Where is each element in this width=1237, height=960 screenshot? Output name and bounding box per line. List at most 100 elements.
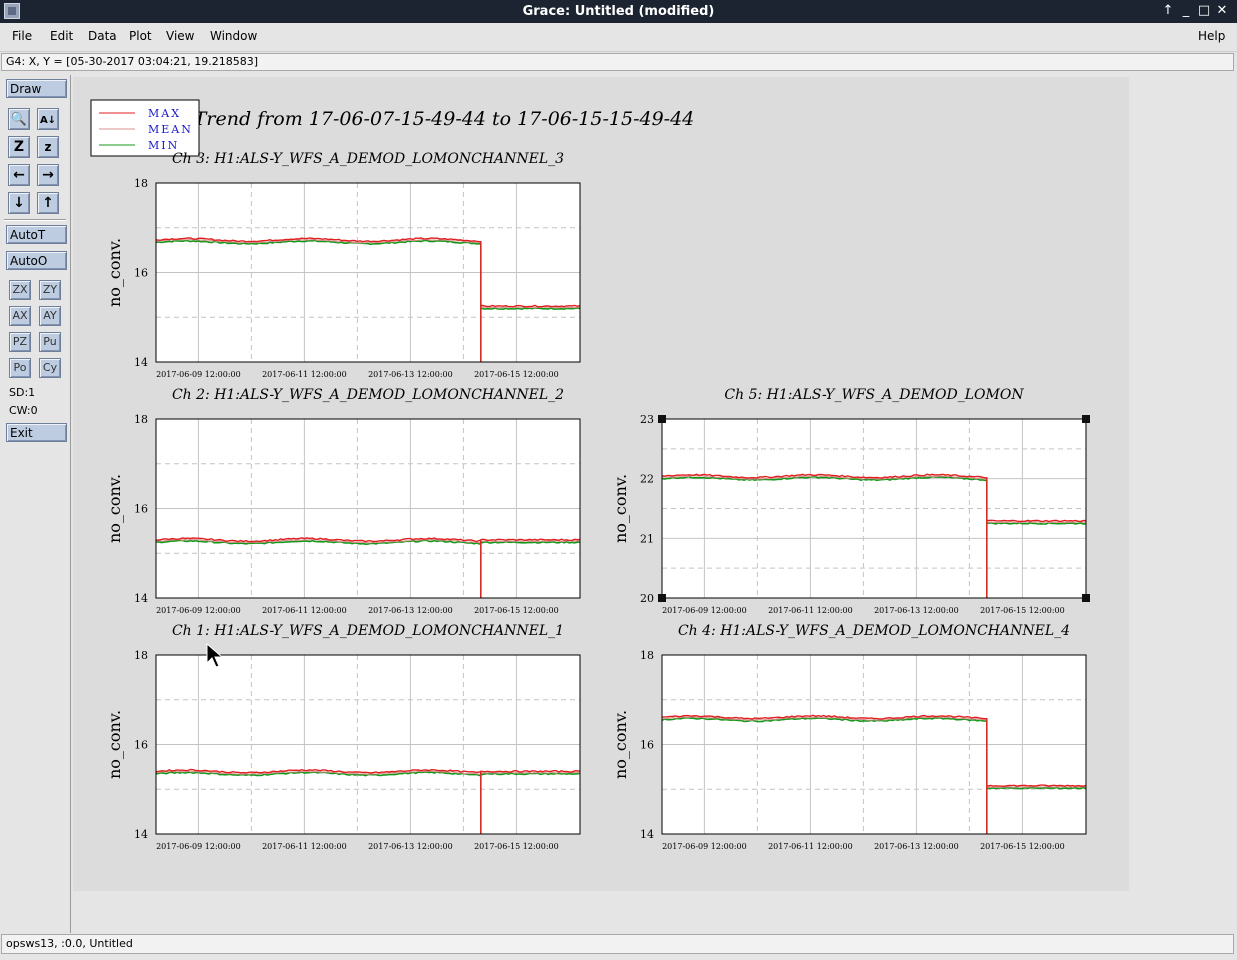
arrow-up-icon: ↑ — [42, 195, 54, 211]
menu-data[interactable]: Data — [88, 29, 117, 43]
legend-label-max: MAX — [148, 107, 181, 120]
x-tick-label: 2017-06-13 12:00:00 — [368, 842, 453, 851]
cy-button[interactable]: Cy — [39, 358, 61, 378]
autoscale-text-button[interactable]: A↓ — [37, 108, 59, 130]
y-axis-label: no_conv. — [105, 474, 124, 543]
x-tick-label: 2017-06-09 12:00:00 — [156, 842, 241, 851]
y-tick-label: 18 — [134, 649, 148, 662]
autoo-button[interactable]: AutoO — [6, 251, 67, 270]
arrow-down-icon: ↓ — [13, 195, 25, 211]
menu-file[interactable]: File — [12, 29, 32, 43]
menubar: File Edit Data Plot View Window Help — [0, 23, 1237, 52]
plot-svg: Trend from 17-06-07-15-49-44 to 17-06-15… — [90, 99, 1090, 851]
zoom-button[interactable]: 🔍 — [8, 108, 30, 130]
y-tick-label: 14 — [640, 828, 654, 841]
y-axis-label: no_conv. — [611, 474, 630, 543]
window-title: Grace: Untitled (modified) — [522, 4, 715, 19]
y-tick-label: 14 — [134, 828, 148, 841]
y-tick-label: 18 — [640, 649, 654, 662]
set-depth-label: SD:1 — [9, 386, 36, 399]
zy-button[interactable]: ZY — [39, 280, 61, 300]
current-world-label: CW:0 — [9, 404, 38, 417]
po-button[interactable]: Po — [9, 358, 31, 378]
maximize-icon[interactable]: □ — [1195, 2, 1213, 20]
y-axis-label: no_conv. — [611, 710, 630, 779]
ax-button[interactable]: AX — [9, 306, 31, 326]
legend-label-mean: MEAN — [148, 123, 193, 136]
x-tick-label: 2017-06-13 12:00:00 — [368, 606, 453, 615]
selection-handle — [658, 415, 666, 423]
pz-button[interactable]: PZ — [9, 332, 31, 352]
menu-help[interactable]: Help — [1198, 29, 1225, 43]
exit-button[interactable]: Exit — [6, 423, 67, 442]
panel-title-ch3: Ch 3: H1:ALS-Y_WFS_A_DEMOD_LOMONCHANNEL_… — [172, 151, 564, 167]
arrow-left-icon: ← — [13, 167, 25, 183]
mouse-pointer-icon — [206, 643, 224, 668]
selection-handle — [1082, 415, 1090, 423]
zoom-in-icon: Z — [13, 139, 25, 155]
pu-button[interactable]: Pu — [39, 332, 61, 352]
scroll-down-button[interactable]: ↓ — [8, 192, 30, 214]
y-tick-label: 14 — [134, 592, 148, 605]
x-tick-label: 2017-06-09 12:00:00 — [662, 842, 747, 851]
menu-view[interactable]: View — [166, 29, 194, 43]
selection-handle — [658, 594, 666, 602]
close-icon[interactable]: ✕ — [1213, 2, 1231, 20]
ay-button[interactable]: AY — [39, 306, 61, 326]
scroll-right-button[interactable]: → — [37, 164, 59, 186]
y-tick-label: 20 — [640, 592, 654, 605]
magnifier-icon: 🔍 — [10, 112, 28, 127]
legend[interactable]: MAX MEAN MIN — [90, 99, 200, 157]
coordinate-readout: G4: X, Y = [05-30-2017 03:04:21, 19.2185… — [1, 53, 1234, 71]
y-axis-label: no_conv. — [105, 710, 124, 779]
window-titlebar: Grace: Untitled (modified) ↑ _ □ ✕ — [0, 0, 1237, 23]
menu-edit[interactable]: Edit — [50, 29, 73, 43]
x-tick-label: 2017-06-11 12:00:00 — [262, 606, 347, 615]
y-tick-label: 23 — [640, 413, 654, 426]
x-tick-label: 2017-06-13 12:00:00 — [368, 370, 453, 379]
x-tick-label: 2017-06-09 12:00:00 — [156, 606, 241, 615]
y-tick-label: 16 — [134, 503, 148, 516]
y-tick-label: 16 — [134, 739, 148, 752]
graph-panel-ch5: Ch 5: H1:ALS-Y_WFS_A_DEMOD_LOMON 23 22 21 20… — [611, 387, 1090, 615]
zoom-in-button[interactable]: Z — [8, 136, 30, 158]
keep-above-icon[interactable]: ↑ — [1159, 2, 1177, 20]
y-axis-label: no_conv. — [105, 238, 124, 307]
arrow-right-icon: → — [42, 167, 54, 183]
panel-title-ch4: Ch 4: H1:ALS-Y_WFS_A_DEMOD_LOMONCHANNEL_… — [678, 623, 1070, 639]
selection-handle — [1082, 594, 1090, 602]
y-tick-label: 21 — [640, 532, 654, 545]
scroll-up-button[interactable]: ↑ — [37, 192, 59, 214]
minimize-icon[interactable]: _ — [1177, 2, 1195, 20]
x-tick-label: 2017-06-09 12:00:00 — [662, 606, 747, 615]
text-autoscale-icon: A↓ — [39, 115, 57, 126]
x-tick-label: 2017-06-11 12:00:00 — [768, 606, 853, 615]
menu-window[interactable]: Window — [210, 29, 257, 43]
graph-panel-ch4: Ch 4: H1:ALS-Y_WFS_A_DEMOD_LOMONCHANNEL_… — [611, 623, 1087, 851]
x-tick-label: 2017-06-09 12:00:00 — [156, 370, 241, 379]
x-tick-label: 2017-06-11 12:00:00 — [768, 842, 853, 851]
menu-plot[interactable]: Plot — [129, 29, 152, 43]
x-tick-label: 2017-06-15 12:00:00 — [474, 842, 559, 851]
x-tick-label: 2017-06-13 12:00:00 — [874, 842, 959, 851]
autot-button[interactable]: AutoT — [6, 225, 67, 244]
panel-title-ch5: Ch 5: H1:ALS-Y_WFS_A_DEMOD_LOMON — [724, 387, 1024, 403]
panel-title-ch2: Ch 2: H1:ALS-Y_WFS_A_DEMOD_LOMONCHANNEL_… — [172, 387, 564, 403]
zx-button[interactable]: ZX — [9, 280, 31, 300]
draw-button[interactable]: Draw — [6, 79, 67, 98]
chart-title: Trend from 17-06-07-15-49-44 to 17-06-15… — [194, 108, 695, 130]
graph-panel-ch1: Ch 1: H1:ALS-Y_WFS_A_DEMOD_LOMONCHANNEL_… — [105, 623, 581, 851]
x-tick-label: 2017-06-15 12:00:00 — [980, 606, 1065, 615]
x-tick-label: 2017-06-15 12:00:00 — [980, 842, 1065, 851]
y-tick-label: 16 — [134, 267, 148, 280]
y-tick-label: 22 — [640, 473, 654, 486]
x-tick-label: 2017-06-15 12:00:00 — [474, 370, 559, 379]
scroll-left-button[interactable]: ← — [8, 164, 30, 186]
y-tick-label: 16 — [640, 739, 654, 752]
statusbar: opsws13, :0.0, Untitled — [1, 934, 1234, 954]
y-tick-label: 18 — [134, 413, 148, 426]
zoom-out-button[interactable]: z — [37, 136, 59, 158]
graph-panel-ch3: Ch 3: H1:ALS-Y_WFS_A_DEMOD_LOMONCHANNEL_… — [105, 151, 581, 379]
plot-canvas[interactable]: Trend from 17-06-07-15-49-44 to 17-06-15… — [73, 77, 1129, 891]
panel-title-ch1: Ch 1: H1:ALS-Y_WFS_A_DEMOD_LOMONCHANNEL_… — [172, 623, 564, 639]
